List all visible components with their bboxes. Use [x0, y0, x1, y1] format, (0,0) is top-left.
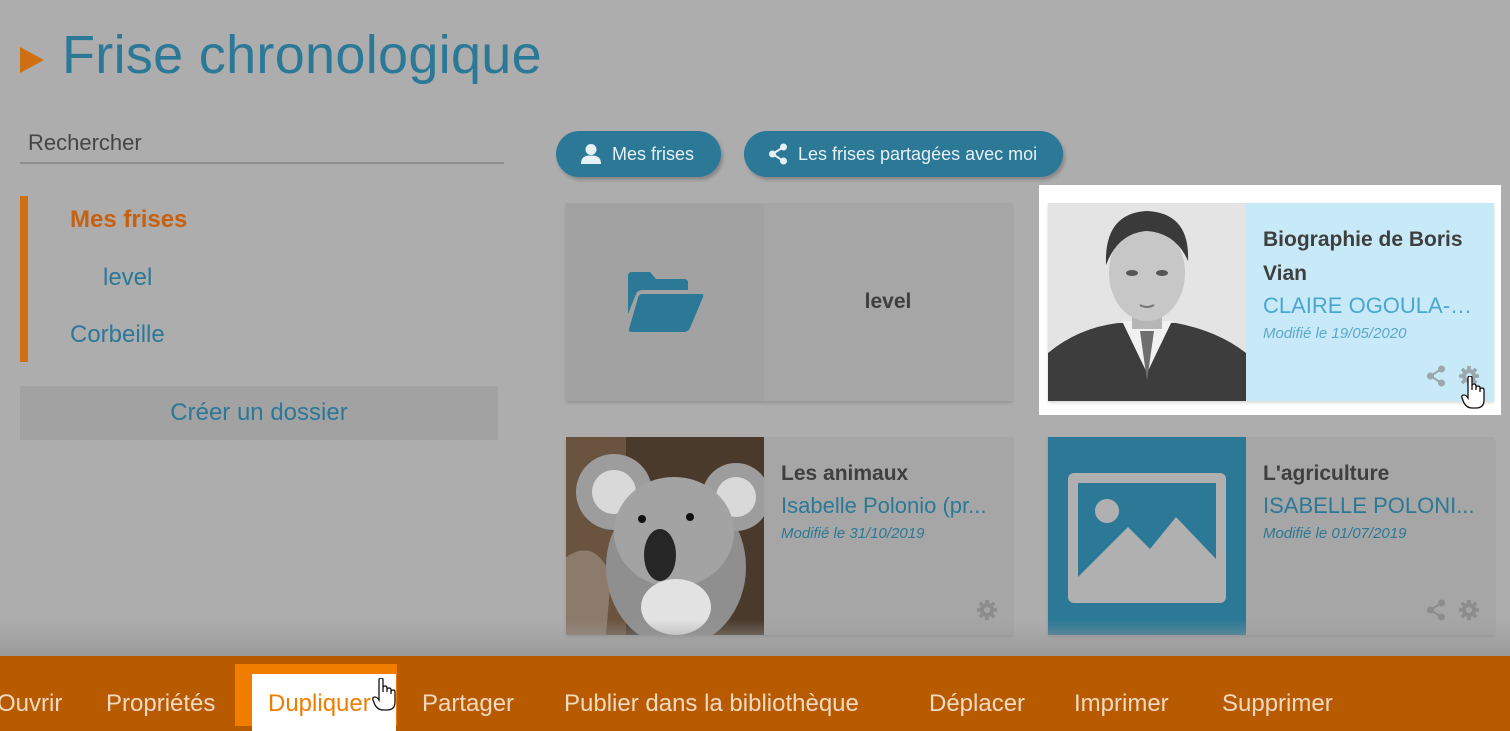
- search-box: [20, 124, 504, 164]
- action-open[interactable]: Ouvrir: [0, 690, 62, 718]
- image-placeholder-icon: [1068, 473, 1226, 603]
- page-title: Frise chronologique: [20, 24, 542, 86]
- share-icon[interactable]: [1426, 365, 1446, 387]
- tab-mes-frises[interactable]: Mes frises: [556, 131, 721, 177]
- timeline-card-animaux[interactable]: Les animaux Isabelle Polonio (pr... Modi…: [566, 437, 1012, 635]
- sidebar-item-mes-frises[interactable]: Mes frises: [70, 206, 187, 234]
- card-title: L'agriculture: [1263, 462, 1390, 485]
- card-date: Modifié le 19/05/2020: [1263, 325, 1407, 342]
- title-arrow-icon: [20, 47, 44, 73]
- card-date: Modifié le 31/10/2019: [781, 525, 925, 542]
- folder-open-icon: [628, 272, 704, 332]
- tab-frises-partagees[interactable]: Les frises partagées avec moi: [744, 131, 1063, 177]
- share-icon: [769, 143, 787, 165]
- portrait-thumbnail: [1048, 203, 1246, 401]
- action-move[interactable]: Déplacer: [929, 690, 1025, 718]
- search-input[interactable]: [20, 124, 504, 162]
- card-author[interactable]: Isabelle Polonio (pr...: [781, 491, 998, 521]
- timeline-card-agriculture[interactable]: L'agriculture ISABELLE POLONI... Modifié…: [1048, 437, 1494, 635]
- card-actions: [976, 599, 998, 621]
- action-print[interactable]: Imprimer: [1074, 690, 1169, 718]
- gear-icon[interactable]: [1458, 599, 1480, 621]
- card-date: Modifié le 01/07/2019: [1263, 525, 1407, 542]
- user-icon: [581, 144, 601, 164]
- hand-cursor-icon: [372, 678, 396, 711]
- card-author[interactable]: ISABELLE POLONI...: [1263, 491, 1480, 521]
- timeline-card-boris-vian[interactable]: Biographie de Boris Vian CLAIRE OGOULA-N…: [1048, 203, 1494, 401]
- create-folder-button[interactable]: Créer un dossier: [20, 386, 498, 440]
- koala-thumbnail: [566, 437, 764, 635]
- card-actions: [1426, 599, 1480, 621]
- scroll-fade: [0, 620, 1510, 656]
- card-info: Les animaux Isabelle Polonio (pr... Modi…: [781, 457, 998, 542]
- tab-mes-frises-label: Mes frises: [612, 143, 695, 164]
- action-properties[interactable]: Propriétés: [106, 690, 215, 718]
- hand-cursor-icon: [1461, 376, 1485, 409]
- share-icon[interactable]: [1426, 599, 1446, 621]
- card-info: L'agriculture ISABELLE POLONI... Modifié…: [1263, 457, 1480, 542]
- koala-image: [566, 437, 764, 635]
- folder-card-level[interactable]: level: [566, 203, 1012, 401]
- sidebar-item-level[interactable]: level: [103, 264, 152, 292]
- placeholder-thumbnail: [1048, 437, 1246, 635]
- action-share[interactable]: Partager: [422, 690, 514, 718]
- folder-thumbnail: [566, 203, 764, 401]
- sidebar-nav: Mes frises level Corbeille: [20, 196, 500, 362]
- action-delete[interactable]: Supprimer: [1222, 690, 1333, 718]
- action-bar: Ouvrir Propriétés Dupliquer Partager Pub…: [0, 656, 1510, 731]
- tab-frises-partagees-label: Les frises partagées avec moi: [798, 143, 1038, 164]
- sidebar-item-corbeille[interactable]: Corbeille: [70, 321, 165, 349]
- portrait-image: [1048, 203, 1246, 401]
- page-title-text: Frise chronologique: [62, 25, 542, 85]
- card-author[interactable]: CLAIRE OGOULA-N...: [1263, 291, 1480, 321]
- folder-info: level: [764, 203, 1012, 401]
- gear-icon[interactable]: [976, 599, 998, 621]
- card-title: Les animaux: [781, 462, 909, 485]
- card-info: Biographie de Boris Vian CLAIRE OGOULA-N…: [1263, 223, 1480, 342]
- card-title: Biographie de Boris Vian: [1263, 228, 1463, 285]
- action-publish[interactable]: Publier dans la bibliothèque: [564, 690, 859, 718]
- folder-title: level: [864, 290, 912, 313]
